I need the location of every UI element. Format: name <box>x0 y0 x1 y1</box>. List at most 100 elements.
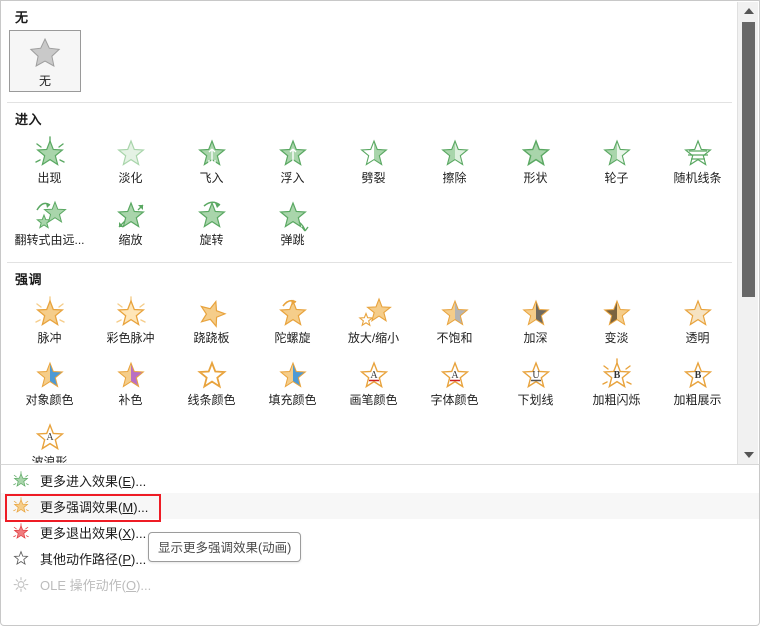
none-section: 无 <box>1 28 738 100</box>
menu-item-star-red-2[interactable]: 更多退出效果(X)... <box>1 519 759 545</box>
effect-tile-star-gold-brush-color[interactable]: A 画笔颜色 <box>333 356 414 418</box>
section-heading-entrance: 进入 <box>15 112 43 127</box>
effect-tile-star-gold-lighten[interactable]: 变淡 <box>576 294 657 356</box>
effect-tile-star-gold-grow-shrink[interactable]: 放大/缩小 <box>333 294 414 356</box>
star-green-small-icon <box>11 470 31 490</box>
menu-item-label: 更多退出效果(X)... <box>40 525 147 541</box>
effect-tile-star-gold-bold-flash[interactable]: B 加粗闪烁 <box>576 356 657 418</box>
effect-tile-star-green-split[interactable]: 劈裂 <box>333 134 414 196</box>
effect-label: 加粗闪烁 <box>592 393 641 407</box>
effect-label: 弹跳 <box>280 233 305 247</box>
effect-tile-star-green-shape[interactable]: 形状 <box>495 134 576 196</box>
effect-label: 随机线条 <box>673 171 722 185</box>
gallery-scrollbar[interactable] <box>737 2 758 464</box>
star-green-float-in-icon <box>278 139 307 166</box>
svg-text:B: B <box>613 370 620 381</box>
effect-tile-star-gold-fill-color[interactable]: 填充颜色 <box>252 356 333 418</box>
effect-tile-star-gold-pulse[interactable]: 脉冲 <box>9 294 90 356</box>
effect-tile-star-green-wipe[interactable]: 擦除 <box>414 134 495 196</box>
effect-tile-star-green-random-bars[interactable]: 随机线条 <box>657 134 738 196</box>
svg-text:U: U <box>532 370 540 381</box>
effect-tile-star-gold-wave[interactable]: A 波浪形 <box>9 418 90 463</box>
star-gold-small-icon <box>13 497 29 513</box>
gear-small-icon <box>11 574 31 594</box>
star-gold-pulse-icon <box>34 296 65 326</box>
star-green-small-icon <box>13 471 29 487</box>
section-heading-none: 无 <box>15 10 29 25</box>
effect-tile-none[interactable]: 无 <box>9 30 81 92</box>
effect-tile-star-gold-transparency[interactable]: 透明 <box>657 294 738 356</box>
effect-tile-star-gold-darken[interactable]: 加深 <box>495 294 576 356</box>
star-gold-darken-icon <box>521 299 550 326</box>
star-gold-small-icon <box>11 496 31 516</box>
effect-label: 放大/缩小 <box>347 331 400 345</box>
effect-tile-star-gold-font-color[interactable]: A 字体颜色 <box>414 356 495 418</box>
triangle-down-icon <box>743 452 754 458</box>
menu-item-label: 其他动作路径(P)... <box>40 551 147 567</box>
emphasis-effects-grid: 脉冲 彩色脉冲 跷跷板 陀螺旋 放大/缩小 不饱和 加深 变淡 透明对象颜色 补色 线条颜色 填充颜色… <box>1 290 738 463</box>
menu-item-star-green-0[interactable]: 更多进入效果(E)... <box>1 467 759 493</box>
effect-label: 变淡 <box>604 331 629 345</box>
menu-item-star-outline-3[interactable]: 其他动作路径(P)... <box>1 545 759 571</box>
star-gold-color-pulse-icon <box>115 296 146 326</box>
effect-tile-star-gold-complementary[interactable]: 补色 <box>90 356 171 418</box>
effect-tile-star-green-float-in[interactable]: 浮入 <box>252 134 333 196</box>
effect-label: 画笔颜色 <box>349 393 398 407</box>
svg-text:A: A <box>451 370 459 381</box>
menu-item-star-gold-1[interactable]: 更多强调效果(M)... <box>1 493 759 519</box>
star-gold-line-color-icon <box>196 360 227 389</box>
scrollbar-thumb[interactable] <box>742 22 755 297</box>
menu-item-label: 更多进入效果(E)... <box>40 473 147 489</box>
star-gold-object-color-icon <box>35 361 64 388</box>
effect-tile-star-green-bounce[interactable]: 弹跳 <box>252 196 333 258</box>
star-green-spin-icon <box>197 201 226 228</box>
effect-tile-star-green-fade[interactable]: 淡化 <box>90 134 171 196</box>
effect-label: 透明 <box>685 331 710 345</box>
effect-label: 彩色脉冲 <box>106 331 155 345</box>
star-gold-grow-shrink-icon <box>357 297 392 327</box>
effect-label: 脉冲 <box>37 331 62 345</box>
star-gold-desaturate-icon <box>440 299 469 326</box>
star-green-random-bars-icon <box>683 139 712 166</box>
effect-tile-star-green-fly-in[interactable]: 飞入 <box>171 134 252 196</box>
star-green-wheel-icon <box>602 139 631 166</box>
effect-label: 下划线 <box>517 393 554 407</box>
star-gold-transparency-icon <box>683 299 712 326</box>
star-gold-brush-color-icon: A <box>359 361 388 389</box>
star-outline-small-icon <box>13 550 29 566</box>
effect-tile-star-green-basic-zoom[interactable]: 翻转式由远... <box>9 196 90 258</box>
star-green-zoom-icon <box>116 201 145 228</box>
svg-text:A: A <box>46 432 54 443</box>
effect-tile-star-gold-color-pulse[interactable]: 彩色脉冲 <box>90 294 171 356</box>
star-gray-icon <box>29 37 61 67</box>
star-red-small-icon <box>11 522 31 542</box>
effect-tile-star-gold-desaturate[interactable]: 不饱和 <box>414 294 495 356</box>
scroll-down-arrow-button[interactable] <box>738 446 759 464</box>
effect-tile-star-green-zoom[interactable]: 缩放 <box>90 196 171 258</box>
effect-tile-star-green-spin[interactable]: 旋转 <box>171 196 252 258</box>
gear-small-icon <box>13 577 29 592</box>
menu-item-label: OLE 操作动作(O)... <box>40 577 152 593</box>
effect-tile-star-gold-line-color[interactable]: 线条颜色 <box>171 356 252 418</box>
star-gold-font-color-icon: A <box>440 361 469 389</box>
effect-tile-star-gold-teeter[interactable]: 跷跷板 <box>171 294 252 356</box>
star-gold-bold-reveal-icon: B <box>683 361 712 389</box>
effect-tile-star-gold-spin[interactable]: 陀螺旋 <box>252 294 333 356</box>
effect-label: 擦除 <box>442 171 467 185</box>
menu-item-gear-4: OLE 操作动作(O)... <box>1 571 759 597</box>
menu-item-label: 更多强调效果(M)... <box>40 499 149 515</box>
scroll-up-arrow-button[interactable] <box>738 2 759 20</box>
animation-gallery-window: 无 无 进入 出现 淡化 飞入 浮入 劈裂 擦除 形状 轮子 随机线条翻转式由远... 缩放 旋转 弹… <box>0 0 760 626</box>
effect-tile-star-gold-object-color[interactable]: 对象颜色 <box>9 356 90 418</box>
star-gold-underline-icon: U <box>521 361 550 389</box>
effect-tile-star-gold-bold-reveal[interactable]: B 加粗展示 <box>657 356 738 418</box>
effect-label: 形状 <box>523 171 548 185</box>
effects-gallery: 无 无 进入 出现 淡化 飞入 浮入 劈裂 擦除 形状 轮子 随机线条翻转式由远... 缩放 旋转 弹… <box>0 0 760 464</box>
star-green-basic-zoom-icon <box>35 200 67 229</box>
effect-tile-star-gold-underline[interactable]: U 下划线 <box>495 356 576 418</box>
effect-tile-star-green-wheel[interactable]: 轮子 <box>576 134 657 196</box>
effect-tile-star-green-burst[interactable]: 出现 <box>9 134 90 196</box>
star-green-shape-icon <box>521 139 550 167</box>
effect-label: 飞入 <box>199 171 224 185</box>
effect-label: 淡化 <box>118 171 143 185</box>
